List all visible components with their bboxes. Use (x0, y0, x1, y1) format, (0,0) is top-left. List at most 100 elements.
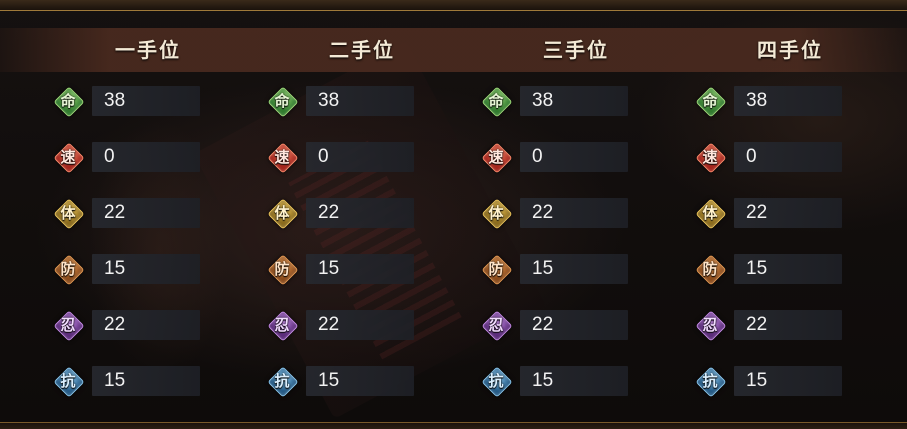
stat-row-constitution: 体 22 (262, 198, 462, 230)
stat-value-box: 38 (734, 86, 842, 116)
stat-row-constitution: 体 22 (476, 198, 676, 230)
defense-icon: 防 (481, 254, 513, 286)
stat-row-endurance: 忍 22 (690, 310, 890, 342)
stat-value: 38 (104, 90, 126, 111)
stat-value-box: 0 (92, 142, 200, 172)
constitution-icon: 体 (695, 198, 727, 230)
badge-glyph: 忍 (60, 316, 76, 334)
badge-glyph: 命 (488, 92, 504, 110)
badge-glyph: 体 (274, 204, 290, 222)
badge-glyph: 防 (274, 260, 290, 278)
bottom-border (0, 422, 907, 429)
stat-row-endurance: 忍 22 (476, 310, 676, 342)
stat-row-endurance: 忍 22 (262, 310, 462, 342)
badge-glyph: 防 (702, 260, 718, 278)
badge-glyph: 命 (274, 92, 290, 110)
resist-icon: 抗 (53, 366, 85, 398)
position-stats-panel: 一手位命 38 速 0 体 22 防 15 忍 22 抗 15 二手位命 38 速 0 体 22 防 15 忍 22 抗 15… (0, 0, 907, 429)
resist-icon: 抗 (695, 366, 727, 398)
resist-icon: 抗 (267, 366, 299, 398)
stat-value-box: 22 (92, 310, 200, 340)
stat-value: 22 (318, 202, 340, 223)
stat-row-constitution: 体 22 (48, 198, 248, 230)
badge-glyph: 体 (702, 204, 718, 222)
badge-glyph: 速 (274, 148, 290, 166)
column-title: 四手位 (757, 38, 823, 62)
stat-value-box: 15 (92, 254, 200, 284)
stat-value: 38 (532, 90, 554, 111)
stat-row-defense: 防 15 (476, 254, 676, 286)
column-title: 三手位 (543, 38, 609, 62)
badge-glyph: 速 (702, 148, 718, 166)
stat-row-speed: 速0 (262, 142, 462, 174)
life-icon: 命 (267, 86, 299, 118)
speed-icon: 速 (53, 142, 85, 174)
stat-value: 0 (532, 146, 543, 167)
stat-row-resist: 抗 15 (262, 366, 462, 398)
stat-value-box: 15 (520, 254, 628, 284)
stat-value: 15 (532, 258, 554, 279)
endurance-icon: 忍 (53, 310, 85, 342)
stat-value: 15 (104, 370, 126, 391)
badge-glyph: 速 (60, 148, 76, 166)
speed-icon: 速 (695, 142, 727, 174)
third-position-column: 三手位命 38 速 0 体 22 防 15 忍 22 抗 15 (476, 28, 676, 418)
stat-value: 0 (104, 146, 115, 167)
stat-value: 22 (318, 314, 340, 335)
stat-row-defense: 防 15 (48, 254, 248, 286)
stat-value: 22 (532, 202, 554, 223)
stat-value-box: 22 (734, 310, 842, 340)
badge-glyph: 抗 (60, 372, 76, 390)
endurance-icon: 忍 (481, 310, 513, 342)
stat-row-life: 命 38 (690, 86, 890, 118)
stat-value: 15 (532, 370, 554, 391)
stat-row-speed: 速0 (690, 142, 890, 174)
constitution-icon: 体 (53, 198, 85, 230)
stat-value-box: 0 (520, 142, 628, 172)
stat-value: 22 (532, 314, 554, 335)
second-position-column: 二手位命 38 速 0 体 22 防 15 忍 22 抗 15 (262, 28, 462, 418)
life-icon: 命 (481, 86, 513, 118)
stat-value: 15 (318, 258, 340, 279)
badge-glyph: 抗 (702, 372, 718, 390)
badge-glyph: 忍 (488, 316, 504, 334)
stat-row-resist: 抗 15 (476, 366, 676, 398)
stat-row-resist: 抗 15 (48, 366, 248, 398)
stat-row-life: 命 38 (48, 86, 248, 118)
top-border (0, 0, 907, 11)
stat-value-box: 15 (306, 254, 414, 284)
stat-value-box: 22 (734, 198, 842, 228)
stat-value-box: 15 (734, 254, 842, 284)
stat-value: 15 (104, 258, 126, 279)
badge-glyph: 忍 (274, 316, 290, 334)
stat-value-box: 15 (520, 366, 628, 396)
fourth-position-column: 四手位命 38 速 0 体 22 防 15 忍 22 抗 15 (690, 28, 890, 418)
stat-value: 22 (746, 314, 768, 335)
stat-row-life: 命 38 (476, 86, 676, 118)
stat-row-life: 命 38 (262, 86, 462, 118)
badge-glyph: 忍 (702, 316, 718, 334)
badge-glyph: 命 (60, 92, 76, 110)
stat-row-defense: 防 15 (262, 254, 462, 286)
stat-value-box: 38 (306, 86, 414, 116)
defense-icon: 防 (695, 254, 727, 286)
stat-value-box: 38 (520, 86, 628, 116)
stat-row-speed: 速0 (48, 142, 248, 174)
resist-icon: 抗 (481, 366, 513, 398)
defense-icon: 防 (267, 254, 299, 286)
stat-value-box: 22 (520, 198, 628, 228)
stat-value-box: 22 (306, 310, 414, 340)
stat-value: 0 (746, 146, 757, 167)
stat-value-box: 38 (92, 86, 200, 116)
badge-glyph: 体 (488, 204, 504, 222)
stat-row-constitution: 体 22 (690, 198, 890, 230)
stat-value-box: 15 (306, 366, 414, 396)
stat-value-box: 22 (306, 198, 414, 228)
defense-icon: 防 (53, 254, 85, 286)
stat-value-box: 15 (734, 366, 842, 396)
stat-value-box: 0 (306, 142, 414, 172)
stat-value: 15 (746, 258, 768, 279)
life-icon: 命 (53, 86, 85, 118)
stat-value: 22 (104, 202, 126, 223)
stat-row-resist: 抗 15 (690, 366, 890, 398)
